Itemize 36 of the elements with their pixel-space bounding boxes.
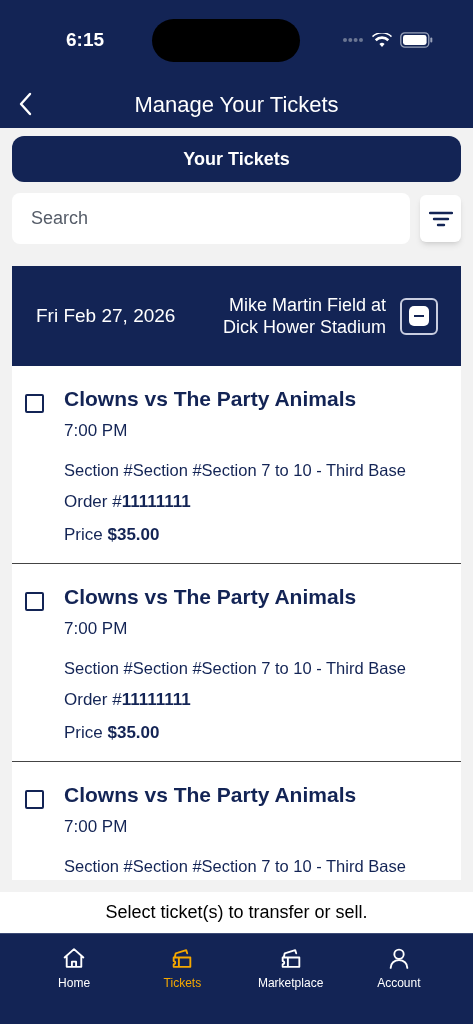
chevron-left-icon	[18, 92, 32, 116]
event-time: 7:00 PM	[64, 618, 129, 640]
event-time: 7:00 PM	[64, 816, 129, 838]
seat-section: Section #Section #Section 7 to 10 - Third Base	[64, 655, 406, 681]
order-number: Order #11111111	[64, 491, 192, 514]
venue-name: Mike Martin Field at Dick Hower Stadium	[221, 294, 386, 338]
filter-button[interactable]	[420, 195, 461, 242]
signal-icon	[342, 37, 364, 43]
selection-hint: Select ticket(s) to transfer or sell.	[105, 901, 368, 924]
ticket-price: Price $35.00	[64, 721, 161, 744]
minus-icon	[409, 306, 429, 326]
search-field[interactable]: Search	[12, 193, 410, 244]
tab-bar-item[interactable]: Home	[26, 946, 123, 992]
event-group-header[interactable]: Fri Feb 27, 2026 Mike Martin Field at Dick Hower Stadium	[12, 266, 461, 366]
filter-icon	[428, 210, 453, 227]
battery-icon	[400, 32, 433, 48]
ticket-checkbox[interactable]	[25, 394, 44, 413]
event-title: Clowns vs The Party Animals	[64, 782, 358, 808]
tab-bar-item[interactable]: Account	[350, 946, 447, 992]
status-time: 6:15	[66, 27, 105, 52]
order-number: Order #11111111	[64, 689, 192, 712]
seat-section: Section #Section #Section 7 to 10 - Third Base	[64, 853, 406, 879]
event-date: Fri Feb 27, 2026	[36, 303, 177, 328]
ticket-checkbox[interactable]	[25, 790, 44, 809]
ticket-checkbox[interactable]	[25, 592, 44, 611]
event-title: Clowns vs The Party Animals	[64, 386, 358, 412]
ticket-price: Price $35.00	[64, 523, 161, 546]
collapse-toggle[interactable]	[400, 297, 438, 335]
page-title: Manage Your Tickets	[134, 90, 339, 119]
event-title: Clowns vs The Party Animals	[64, 584, 358, 610]
tab-bar-item[interactable]: Marketplace	[242, 946, 339, 992]
segment-tab[interactable]: Your Tickets	[12, 136, 461, 182]
tab-bar-item[interactable]: Tickets	[134, 946, 231, 992]
seat-section: Section #Section #Section 7 to 10 - Third Base	[64, 457, 406, 483]
wifi-icon	[372, 32, 392, 48]
event-time: 7:00 PM	[64, 420, 129, 442]
